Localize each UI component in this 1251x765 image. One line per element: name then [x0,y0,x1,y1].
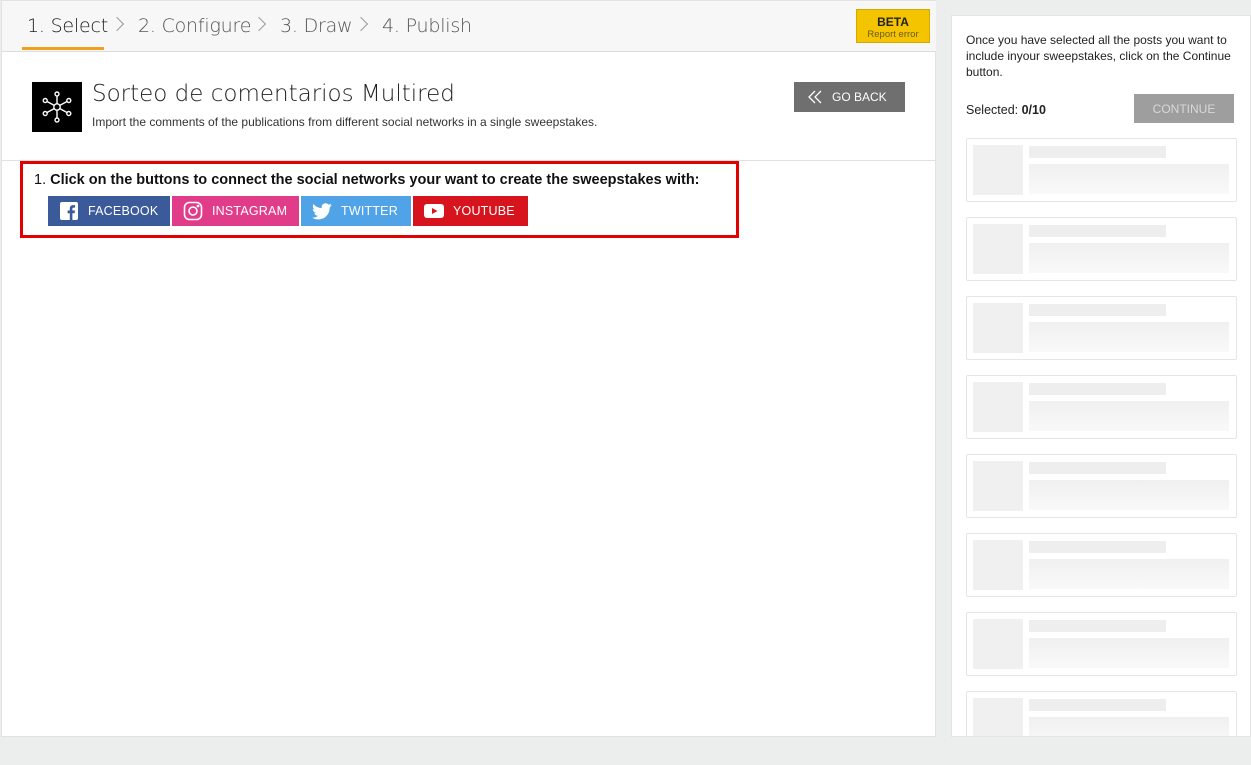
youtube-icon [421,204,447,218]
skeleton-block [1029,717,1229,736]
connect-instagram-button[interactable]: INSTAGRAM [172,196,299,226]
connect-networks-section: 1. Click on the buttons to connect the so… [20,161,739,238]
skeleton-line [1029,146,1166,158]
post-placeholder-card [966,296,1237,360]
chevron-right-icon [109,16,125,32]
skeleton-block [1029,243,1229,273]
skeleton-block [1029,164,1229,194]
skeleton-thumbnail [973,382,1023,432]
facebook-label: FACEBOOK [88,204,159,218]
post-placeholder-card [966,217,1237,281]
skeleton-block [1029,322,1229,352]
skeleton-line [1029,383,1166,395]
step-configure[interactable]: 2. Configure [138,15,251,37]
twitter-icon [309,202,335,220]
skeleton-line [1029,620,1166,632]
skeleton-line [1029,225,1166,237]
post-placeholder-card [966,612,1237,676]
skeleton-line [1029,699,1166,711]
app-header: Sorteo de comentarios Multired Import th… [2,52,936,161]
posts-list[interactable] [966,138,1237,736]
skeleton-thumbnail [973,619,1023,669]
chevron-right-icon [251,16,267,32]
skeleton-block [1029,638,1229,668]
beta-report-error-button[interactable]: BETA Report error [856,9,930,43]
step-draw[interactable]: 3. Draw [280,15,353,37]
skeleton-block [1029,559,1229,589]
instagram-label: INSTAGRAM [212,204,288,218]
post-placeholder-card [966,138,1237,202]
network-nodes-icon [32,82,82,132]
chevron-right-icon [353,16,369,32]
twitter-label: TWITTER [341,204,398,218]
skeleton-thumbnail [973,698,1023,736]
connect-instruction: 1. Click on the buttons to connect the so… [34,172,700,188]
step-publish[interactable]: 4. Publish [382,15,472,37]
connect-youtube-button[interactable]: YOUTUBE [413,196,528,226]
page-title: Sorteo de comentarios Multired [92,81,455,107]
instagram-icon [180,201,206,221]
connect-twitter-button[interactable]: TWITTER [301,196,411,226]
skeleton-thumbnail [973,461,1023,511]
step-select[interactable]: 1. Select [27,15,108,37]
selected-counter: Selected: 0/10 [966,103,1046,117]
skeleton-block [1029,480,1229,510]
selection-instructions: Once you have selected all the posts you… [966,33,1231,79]
skeleton-line [1029,541,1166,553]
go-back-button[interactable]: GO BACK [794,82,905,112]
connect-facebook-button[interactable]: FACEBOOK [48,196,170,226]
post-placeholder-card [966,533,1237,597]
skeleton-thumbnail [973,303,1023,353]
go-back-label: GO BACK [832,90,887,104]
beta-label: BETA [877,15,909,29]
page-subtitle: Import the comments of the publications … [92,115,598,129]
double-chevron-left-icon [808,90,822,104]
main-panel: 1. Select 2. Configure 3. Draw 4. Publis… [1,0,936,737]
skeleton-line [1029,304,1166,316]
post-placeholder-card [966,691,1237,736]
skeleton-thumbnail [973,224,1023,274]
continue-button[interactable]: CONTINUE [1134,94,1234,123]
report-error-label: Report error [867,29,919,40]
skeleton-thumbnail [973,540,1023,590]
post-placeholder-card [966,454,1237,518]
skeleton-block [1029,401,1229,431]
youtube-label: YOUTUBE [453,204,515,218]
skeleton-line [1029,462,1166,474]
skeleton-thumbnail [973,145,1023,195]
active-step-underline [22,47,104,50]
selection-side-panel: Once you have selected all the posts you… [951,15,1251,737]
post-placeholder-card [966,375,1237,439]
selected-count: 0/10 [1021,103,1046,117]
wizard-stepper: 1. Select 2. Configure 3. Draw 4. Publis… [2,1,936,52]
instruction-number: 1. [34,172,47,188]
selected-label: Selected: [966,103,1019,117]
instruction-text: Click on the buttons to connect the soci… [50,172,700,188]
facebook-icon [56,202,82,220]
